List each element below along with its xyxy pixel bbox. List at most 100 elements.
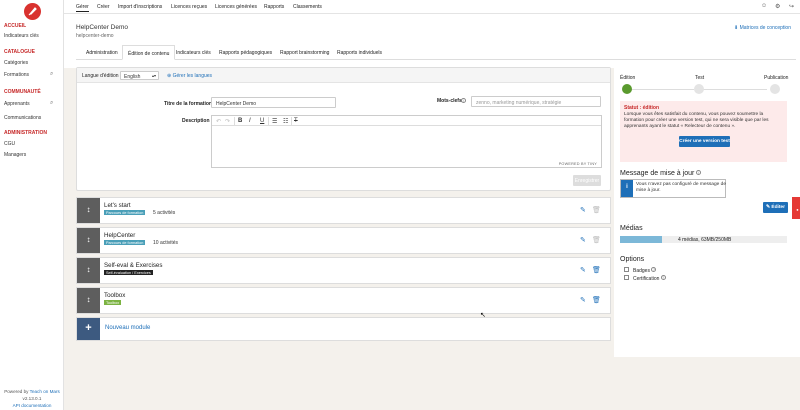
save-button[interactable]: Enregistrer (573, 175, 601, 186)
nav-licences-generees[interactable]: Licences générées (215, 4, 257, 10)
api-doc-link[interactable]: API documentation (13, 403, 52, 408)
plus-icon: + (77, 318, 100, 340)
tab-edition-contenu[interactable]: Édition de contenu (122, 45, 176, 60)
status-title: Statut : édition (624, 105, 659, 111)
drag-handle-icon[interactable]: ↕ (77, 198, 100, 223)
info-icon[interactable]: i (696, 170, 702, 175)
language-value: English (124, 73, 141, 80)
nav-creer[interactable]: Créer (97, 4, 110, 10)
trash-icon[interactable]: 🗑 (592, 296, 601, 304)
certification-checkbox[interactable] (624, 275, 629, 280)
edit-icon[interactable]: ✎ (580, 236, 586, 244)
module-card[interactable]: ↕ Self-eval & Exercises Self-évaluation … (76, 257, 611, 284)
edit-icon[interactable]: ✎ (580, 296, 586, 304)
edit-icon[interactable]: ✎ (580, 206, 586, 214)
pencil-icon: ✎ (766, 205, 771, 210)
user-icon[interactable]: ☺ (761, 3, 767, 9)
sidebar: ACCUEIL Indicateurs clés CATALOGUE Catég… (0, 0, 64, 410)
bold-icon[interactable]: B (238, 118, 242, 124)
sidebar-item-managers[interactable]: Managers (4, 152, 26, 158)
module-card[interactable]: ↕ Let's start Parcours de formation 5 ac… (76, 197, 611, 224)
search-icon[interactable]: ⌕ (50, 100, 53, 107)
course-settings-panel: Langue d'édition : English ▴▾ ⊕ Gérer le… (76, 67, 611, 191)
undo-icon[interactable]: ↶ (216, 118, 221, 125)
step-dot-edition (622, 84, 632, 94)
sidebar-heading-accueil: ACCUEIL (4, 23, 27, 29)
italic-icon[interactable]: I (249, 118, 251, 124)
sidebar-item-indicateurs[interactable]: Indicateurs clés (4, 33, 39, 39)
sidebar-item-communications[interactable]: Communications (4, 115, 41, 121)
nav-rapports[interactable]: Rapports (264, 4, 284, 10)
sidebar-item-categories[interactable]: Catégories (4, 60, 28, 66)
edit-label: Éditer (771, 205, 785, 210)
badges-checkbox[interactable] (624, 267, 629, 272)
keywords-input[interactable]: zenno, marketing numérique, stratégie (471, 96, 601, 107)
gear-icon[interactable]: ⚙ (775, 3, 780, 10)
bullet-list-icon[interactable]: ☰ (272, 118, 277, 125)
new-module-button[interactable]: + Nouveau module (76, 317, 611, 341)
media-title: Médias (620, 225, 643, 232)
sidebar-heading-administration: ADMINISTRATION (4, 130, 47, 136)
step-label-publication: Publication (764, 75, 789, 81)
sidebar-item-cgu[interactable]: CGU (4, 141, 15, 147)
step-label-edition: Édition (620, 75, 636, 81)
redo-icon[interactable]: ↷ (225, 118, 230, 125)
sidebar-item-apprenants[interactable]: Apprenants (4, 101, 30, 107)
numbered-list-icon[interactable]: ☷ (283, 118, 288, 125)
info-icon[interactable]: i (461, 98, 466, 103)
module-activity-count: 10 activités (153, 240, 179, 246)
feedback-tab[interactable]: ● (792, 197, 800, 219)
design-matrix-link[interactable]: ⬇ Matrices de conception (734, 25, 791, 31)
tab-rapport-brainstorming[interactable]: Rapport brainstorming (280, 45, 329, 60)
brand-link[interactable]: Teach on Mars (30, 389, 60, 394)
trash-icon[interactable]: 🗑 (592, 206, 601, 214)
nav-gerer[interactable]: Gérer (76, 4, 89, 12)
title-label: Titre de la formation (164, 101, 212, 107)
course-slug: helpcenter-demo (76, 33, 114, 39)
trash-icon[interactable]: 🗑 (592, 266, 601, 274)
module-type-badge: Self-évaluation / Exercices (104, 270, 153, 275)
tab-rapports-pedagogiques[interactable]: Rapports pédagogiques (219, 45, 272, 60)
app-logo[interactable] (24, 3, 41, 20)
module-card[interactable]: ↕ Toolbox Toolbox ✎ 🗑 (76, 287, 611, 314)
info-icon: i (621, 180, 633, 197)
drag-handle-icon[interactable]: ↕ (77, 288, 100, 313)
version-text: v2.13.0.1 (22, 396, 42, 401)
underline-icon[interactable]: U (260, 118, 264, 124)
drag-handle-icon[interactable]: ↕ (77, 258, 100, 283)
module-card[interactable]: ↕ HelpCenter Parcours de formation 10 ac… (76, 227, 611, 254)
right-panel: Édition Test Publication Statut : éditio… (614, 67, 800, 357)
nav-licences-recues[interactable]: Licences reçues (171, 4, 207, 10)
edit-update-message-button[interactable]: ✎ Éditer (763, 202, 788, 213)
step-dot-publication (770, 84, 780, 94)
sidebar-item-formations[interactable]: Formations (4, 72, 29, 78)
chevron-down-icon: ▴▾ (151, 73, 156, 78)
create-test-version-button[interactable]: Créer une version test (679, 136, 730, 147)
drag-handle-icon[interactable]: ↕ (77, 228, 100, 253)
logout-icon[interactable]: ↪ (789, 3, 794, 10)
new-module-label: Nouveau module (105, 325, 151, 331)
search-icon[interactable]: ⌕ (50, 71, 53, 78)
nav-import[interactable]: Import d'inscriptions (118, 4, 162, 10)
info-icon[interactable]: ? (651, 267, 657, 272)
course-title: HelpCenter Demo (76, 24, 129, 31)
options-title: Options (620, 256, 645, 263)
mouse-cursor-icon: ↖ (480, 312, 486, 319)
update-message-box: i Vous n'avez pas configuré de message d… (620, 179, 726, 198)
clear-format-icon[interactable]: T (294, 118, 298, 124)
sidebar-heading-catalogue: CATALOGUE (4, 49, 35, 55)
nav-classements[interactable]: Classements (293, 4, 322, 10)
tab-administration[interactable]: Administration (86, 45, 118, 60)
tab-rapports-individuels[interactable]: Rapports individuels (337, 45, 382, 60)
badges-label: Badges ? (633, 267, 657, 274)
edit-icon[interactable]: ✎ (580, 266, 586, 274)
manage-languages-link[interactable]: ⊕ Gérer les langues (167, 73, 212, 79)
language-select[interactable]: English ▴▾ (120, 71, 159, 80)
description-label: Description (182, 118, 210, 124)
info-icon[interactable]: ? (660, 275, 666, 280)
description-editor[interactable]: ↶ ↷ B I U ☰ ☷ T POWERED BY TINY (211, 115, 602, 168)
rocket-icon (28, 7, 37, 16)
tab-indicateurs[interactable]: Indicateurs clés (176, 45, 211, 60)
title-input[interactable]: HelpCenter Demo (211, 97, 336, 108)
trash-icon[interactable]: 🗑 (592, 236, 601, 244)
